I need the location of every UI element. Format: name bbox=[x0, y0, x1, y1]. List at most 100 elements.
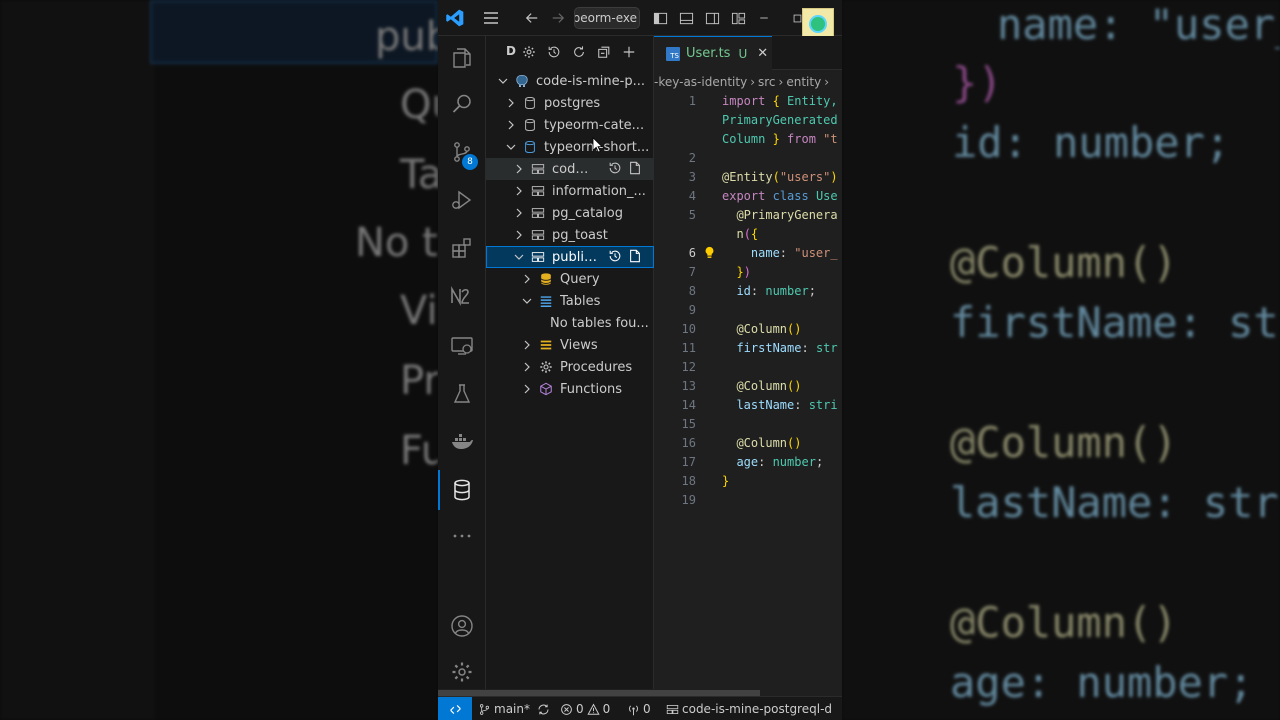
code-token: number bbox=[765, 284, 809, 298]
menu-icon[interactable] bbox=[481, 8, 501, 28]
ports-status[interactable]: 0 bbox=[627, 697, 651, 720]
line-number: 9 bbox=[688, 303, 696, 317]
chevron-right-icon[interactable] bbox=[520, 268, 534, 290]
lightbulb-icon[interactable] bbox=[704, 246, 715, 263]
sync-icon[interactable] bbox=[537, 703, 550, 716]
chevron-down-icon[interactable] bbox=[504, 136, 518, 158]
status-bar: main* 0 0 0 code-is-mine-postgreql-d bbox=[438, 696, 842, 720]
tree-views[interactable]: Views bbox=[486, 334, 654, 356]
chevron-right-icon[interactable] bbox=[504, 92, 518, 114]
tree-database[interactable]: postgres bbox=[486, 92, 654, 114]
code-token: name bbox=[722, 246, 780, 260]
code-line: Column } from "t bbox=[722, 130, 838, 149]
database-label: postgres bbox=[544, 95, 601, 111]
broadcast-icon bbox=[629, 705, 638, 715]
toggle-panel-icon[interactable] bbox=[676, 8, 696, 28]
tree-schema[interactable]: pg_catalog bbox=[486, 202, 654, 224]
extensions-icon[interactable] bbox=[438, 228, 486, 268]
chevron-right-icon[interactable] bbox=[520, 334, 534, 356]
chevron-right-icon[interactable] bbox=[520, 356, 534, 378]
chevron-right-icon[interactable] bbox=[512, 224, 526, 246]
customize-layout-icon[interactable] bbox=[728, 8, 748, 28]
code-token: id bbox=[722, 284, 751, 298]
breadcrumb-item[interactable]: entity bbox=[786, 75, 821, 89]
tree-procedures[interactable]: Procedures bbox=[486, 356, 654, 378]
new-file-icon[interactable] bbox=[628, 249, 642, 263]
history-icon[interactable] bbox=[545, 43, 563, 61]
testing-icon[interactable] bbox=[438, 374, 486, 414]
forward-icon[interactable] bbox=[548, 8, 568, 28]
database-icon[interactable] bbox=[438, 470, 486, 510]
row-actions bbox=[608, 161, 642, 175]
code-line: } bbox=[722, 472, 729, 491]
error-icon bbox=[561, 703, 572, 715]
code-line: firstName: str bbox=[722, 339, 837, 358]
chevron-down-icon[interactable] bbox=[520, 290, 534, 312]
source-control-icon[interactable]: 8 bbox=[438, 132, 486, 172]
run-debug-icon[interactable] bbox=[438, 180, 486, 220]
chevron-down-icon[interactable] bbox=[512, 246, 526, 268]
tree-schema[interactable]: pg_toast bbox=[486, 224, 654, 246]
search-icon[interactable] bbox=[438, 84, 486, 124]
horizontal-scrollbar[interactable] bbox=[438, 689, 842, 696]
tree-query[interactable]: Query bbox=[486, 268, 654, 290]
warning-count: 0 bbox=[602, 702, 611, 716]
problems-status[interactable]: 0 0 bbox=[560, 697, 610, 720]
close-icon[interactable]: ✕ bbox=[757, 46, 768, 61]
ports-count: 0 bbox=[643, 702, 651, 716]
active-connection-status[interactable]: code-is-mine-postgreql-d bbox=[666, 697, 832, 720]
code-token: @Column bbox=[722, 379, 788, 393]
minimize-icon[interactable] bbox=[754, 8, 774, 28]
postgresql-icon bbox=[514, 73, 530, 89]
chevron-right-icon[interactable] bbox=[504, 114, 518, 136]
accounts-icon[interactable] bbox=[438, 606, 486, 646]
docker-icon[interactable] bbox=[438, 422, 486, 462]
code-token: export bbox=[722, 189, 766, 203]
line-number: 5 bbox=[688, 208, 696, 222]
collapse-all-icon[interactable] bbox=[595, 43, 613, 61]
n8n-icon[interactable] bbox=[438, 276, 486, 316]
tree-schema[interactable]: information_... bbox=[486, 180, 654, 202]
settings-icon[interactable] bbox=[520, 43, 538, 61]
tree-schema-selected[interactable]: public... bbox=[486, 246, 654, 268]
chevron-right-icon[interactable] bbox=[512, 180, 526, 202]
chevron-right-icon[interactable] bbox=[512, 202, 526, 224]
tree-database-active[interactable]: typeorm-short... bbox=[486, 136, 654, 158]
breadcrumb-item[interactable]: src bbox=[758, 75, 776, 89]
code-token: @Entity bbox=[722, 170, 773, 184]
schema-icon bbox=[530, 205, 546, 221]
background-code-line: age: number; bbox=[950, 658, 1254, 707]
history-icon[interactable] bbox=[608, 161, 622, 175]
add-connection-icon[interactable] bbox=[620, 43, 638, 61]
branch-status[interactable]: main* bbox=[478, 697, 550, 720]
tree-tables[interactable]: Tables bbox=[486, 290, 654, 312]
chevron-right-icon[interactable] bbox=[512, 158, 526, 180]
history-icon[interactable] bbox=[608, 249, 622, 263]
tree-connection[interactable]: code-is-mine-p... bbox=[486, 70, 654, 92]
chevron-down-icon[interactable] bbox=[496, 70, 510, 92]
code-line: export class Use bbox=[722, 187, 838, 206]
breadcrumb-item[interactable]: -key-as-identity bbox=[654, 75, 747, 89]
remote-explorer-icon[interactable] bbox=[438, 326, 486, 366]
code-token: age bbox=[722, 455, 759, 469]
manage-icon[interactable] bbox=[438, 652, 486, 692]
new-file-icon[interactable] bbox=[628, 161, 642, 175]
tab-user-ts[interactable]: TS User.ts U ✕ bbox=[654, 36, 772, 70]
code-token: () bbox=[787, 322, 802, 336]
explorer-icon[interactable] bbox=[438, 38, 486, 78]
tree-functions[interactable]: Functions bbox=[486, 378, 654, 400]
refresh-icon[interactable] bbox=[570, 43, 588, 61]
chevron-right-icon[interactable] bbox=[520, 378, 534, 400]
active-connection-label: code-is-mine-postgreql-d bbox=[682, 702, 833, 716]
tree-database[interactable]: typeorm-cate... bbox=[486, 114, 654, 136]
command-center[interactable]: ypeorm-exe bbox=[574, 7, 640, 29]
more-icon[interactable] bbox=[438, 516, 486, 556]
toggle-secondary-sidebar-icon[interactable] bbox=[702, 8, 722, 28]
back-icon[interactable] bbox=[522, 8, 542, 28]
line-number: 8 bbox=[688, 284, 696, 298]
procedures-label: Procedures bbox=[560, 359, 633, 375]
toggle-primary-sidebar-icon[interactable] bbox=[650, 8, 670, 28]
remote-indicator-icon[interactable] bbox=[438, 697, 472, 720]
background-code-line: id: number; bbox=[952, 118, 1231, 167]
tree-schema[interactable]: codei... bbox=[486, 158, 654, 180]
